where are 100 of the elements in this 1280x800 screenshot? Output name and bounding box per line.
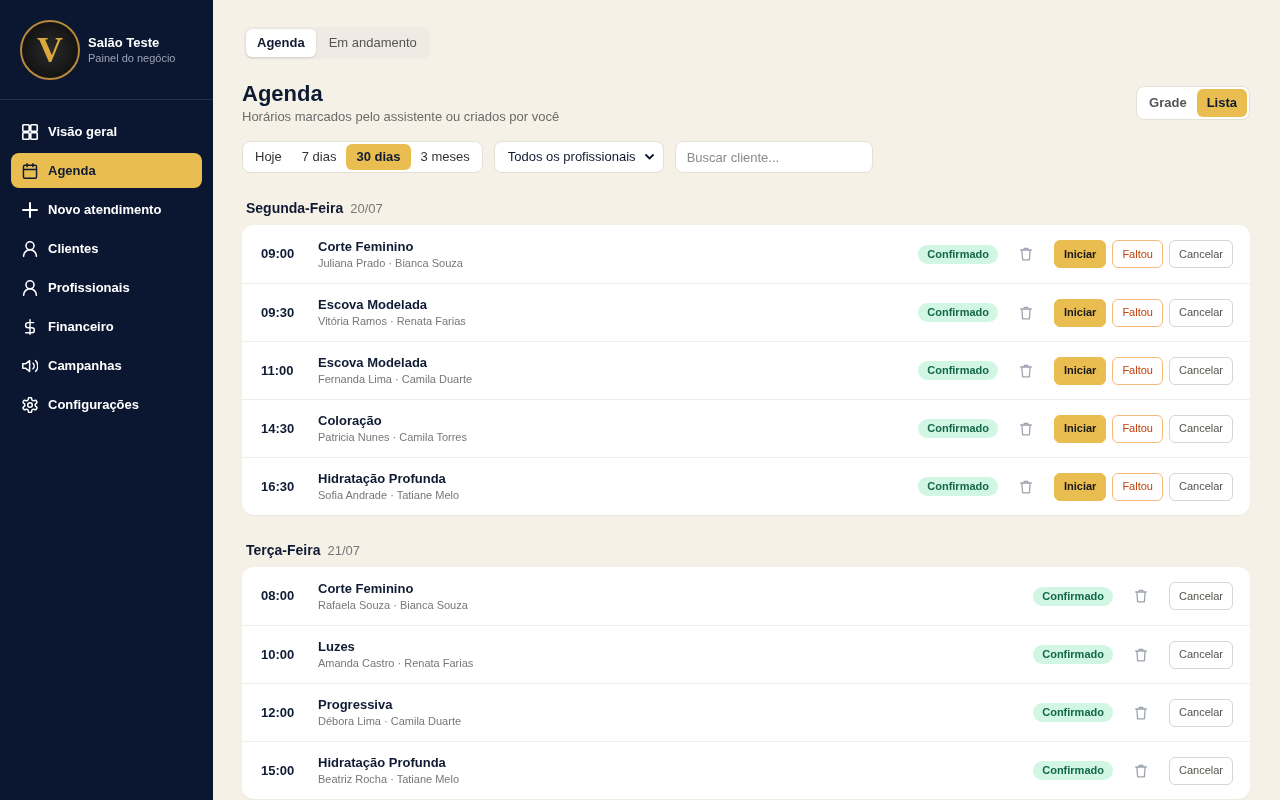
appointment-time: 08:00 [261,587,296,606]
day-date: 21/07 [327,542,360,560]
service-name: Coloração [318,412,382,429]
page-subtitle: Horários marcados pelo assistente ou criados por você [242,108,560,126]
no-show-button[interactable]: Faltou [1112,356,1163,385]
cancel-button[interactable]: Cancelar [1168,472,1233,501]
client-professional-names: Vitória Ramos · Renata Farias [318,314,466,329]
client-professional-names: Rafaela Souza · Bianca Souza [318,597,468,613]
appointment-time: 09:00 [261,245,296,264]
tab[interactable]: Em andamento [317,29,428,57]
cancel-button[interactable]: Cancelar [1168,356,1233,385]
search-field[interactable]: Buscar cliente... [674,141,873,173]
trash-icon[interactable] [1134,763,1147,778]
appointment-time: 15:00 [261,761,296,780]
day-date: 20/07 [350,200,383,218]
nav-item[interactable]: Configurações [11,387,202,422]
cancel-button[interactable]: Cancelar [1168,698,1233,727]
nav-item[interactable]: Agenda [11,153,202,188]
period-option[interactable]: 3 meses [410,144,480,170]
service-name: Escova Modelada [318,354,428,371]
service-name: Escova Modelada [318,296,428,313]
nav-item[interactable]: Novo atendimento [11,192,202,227]
tab[interactable]: Agenda [246,29,316,57]
settings-icon [22,396,38,413]
trash-icon[interactable] [1134,647,1147,662]
start-button[interactable]: Iniciar [1054,240,1107,268]
appointment-time: 16:30 [261,477,296,496]
nav-item[interactable]: Financeiro [11,309,202,344]
dollar-icon [22,318,38,335]
trash-icon[interactable] [1134,705,1147,720]
user-icon [22,240,38,257]
day-title: Terça-Feira [246,541,321,560]
no-show-button[interactable]: Faltou [1112,298,1163,327]
appointment-time: 11:00 [261,361,295,380]
client-professional-names: Sofia Andrade · Tatiane Melo [318,488,460,503]
status-badge: Confirmado [1033,586,1113,606]
period-option[interactable]: 7 dias [291,144,347,170]
status-badge: Confirmado [918,419,998,438]
trash-icon[interactable] [1020,363,1032,378]
appointment-time: 10:00 [261,645,296,664]
calendar-icon [22,162,38,179]
trash-icon[interactable] [1134,589,1147,603]
cancel-button[interactable]: Cancelar [1168,298,1233,327]
status-badge: Confirmado [918,244,998,264]
status-badge: Confirmado [918,477,998,496]
appointment-time: 14:30 [261,419,296,438]
start-button[interactable]: Iniciar [1054,356,1107,385]
service-name: Hidratação Profunda [318,754,446,771]
status-badge: Confirmado [1033,761,1113,780]
no-show-button[interactable]: Faltou [1112,414,1163,443]
status-badge: Confirmado [918,303,998,322]
nav-item[interactable]: Profissionais [11,270,202,305]
trash-icon[interactable] [1020,421,1032,436]
period-option[interactable]: 30 dias [346,144,411,170]
client-professional-names: Débora Lima · Camila Duarte [318,714,462,729]
status-badge: Confirmado [1033,703,1113,722]
nav-item[interactable]: Visão geral [11,114,202,149]
nav-item[interactable]: Clientes [11,231,202,266]
chevron-down-icon [644,154,654,160]
client-professional-names: Juliana Prado · Bianca Souza [318,255,463,271]
service-name: Corte Feminino [318,579,414,597]
client-professional-names: Amanda Castro · Renata Farias [318,656,474,671]
service-name: Corte Feminino [318,237,414,255]
plus-icon [22,201,38,218]
cancel-button[interactable]: Cancelar [1168,640,1233,669]
cancel-button[interactable]: Cancelar [1168,414,1233,443]
cancel-button[interactable]: Cancelar [1168,240,1233,268]
start-button[interactable]: Iniciar [1054,472,1107,501]
business-subtitle: Painel do negócio [88,50,176,66]
start-button[interactable]: Iniciar [1054,298,1107,327]
trash-icon[interactable] [1020,305,1032,320]
trash-icon[interactable] [1020,479,1032,494]
professional-select[interactable]: Todos os profissionais [493,141,664,173]
service-name: Luzes [318,638,355,655]
cancel-button[interactable]: Cancelar [1168,582,1233,610]
status-badge: Confirmado [1033,645,1113,664]
cancel-button[interactable]: Cancelar [1168,756,1233,785]
no-show-button[interactable]: Faltou [1112,240,1163,268]
view-option[interactable]: Grade [1139,89,1197,117]
view-option[interactable]: Lista [1196,89,1247,117]
speaker-icon [22,357,38,374]
service-name: Progressiva [318,696,393,713]
logo: V [20,19,80,80]
user-icon [22,279,38,296]
appointment-time: 09:30 [261,303,296,322]
client-professional-names: Fernanda Lima · Camila Duarte [318,372,473,387]
trash-icon[interactable] [1020,247,1032,261]
service-name: Hidratação Profunda [318,470,446,487]
status-badge: Confirmado [918,361,998,380]
period-option[interactable]: Hoje [245,144,292,170]
start-button[interactable]: Iniciar [1054,414,1107,443]
no-show-button[interactable]: Faltou [1112,472,1163,501]
client-professional-names: Patricia Nunes · Camila Torres [318,430,467,445]
business-name: Salão Teste [88,33,161,51]
page-title: Agenda [242,80,324,108]
grid-icon [22,123,38,140]
client-professional-names: Beatriz Rocha · Tatiane Melo [318,772,460,787]
appointment-time: 12:00 [261,703,296,722]
nav-item[interactable]: Campanhas [11,348,202,383]
day-title: Segunda-Feira [246,199,344,218]
